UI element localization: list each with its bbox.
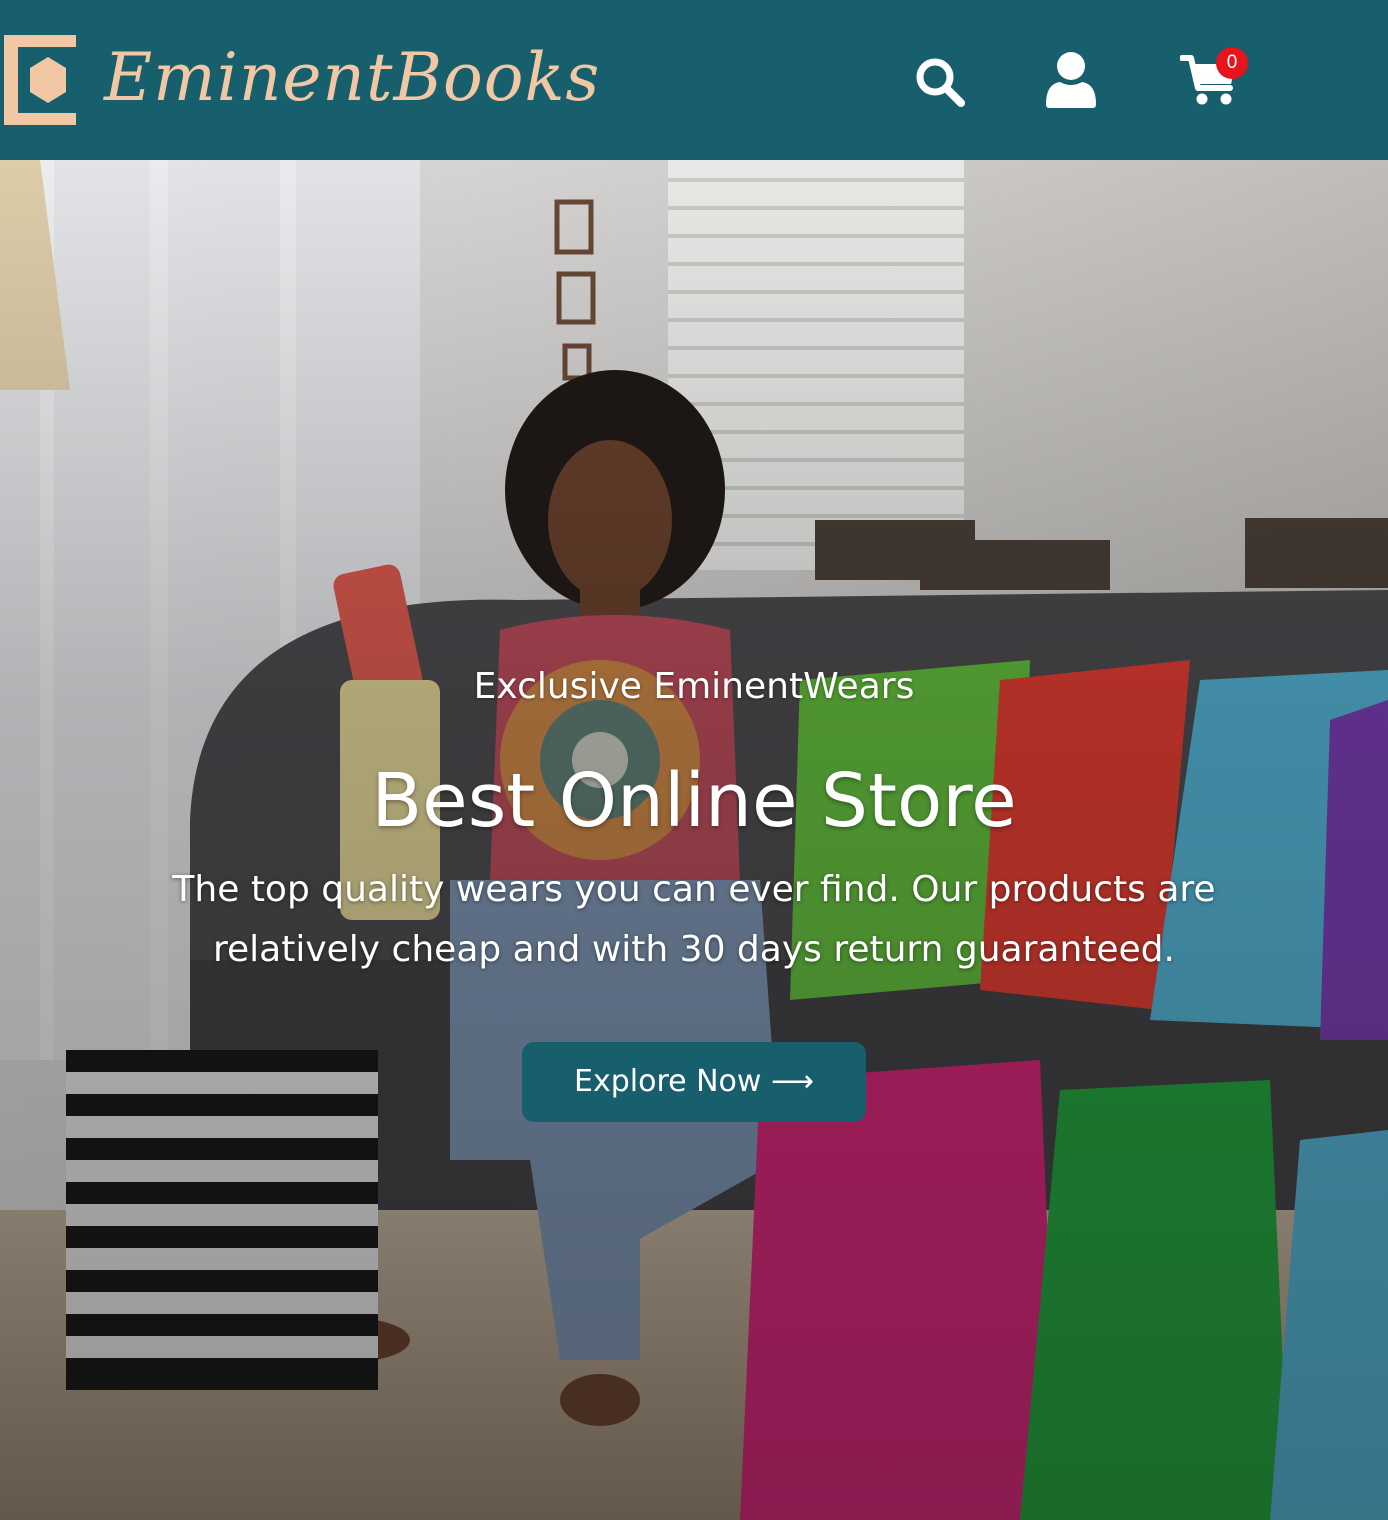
brand-name[interactable]: EminentBooks — [104, 38, 600, 118]
site-header: EminentBooks 0 — [0, 0, 1388, 160]
hero-description: The top quality wears you can ever find.… — [172, 869, 1216, 970]
hero-banner: Exclusive EminentWears Best Online Store… — [0, 160, 1388, 1520]
hero-content: Exclusive EminentWears Best Online Store… — [0, 160, 1388, 1520]
cart-count-badge: 0 — [1216, 47, 1248, 79]
hero-subtitle: Exclusive EminentWears — [473, 666, 915, 707]
hero-title: Best Online Store — [371, 758, 1017, 844]
search-icon[interactable] — [914, 56, 966, 108]
user-icon[interactable] — [1046, 52, 1096, 108]
explore-now-button[interactable]: Explore Now ⟶ — [522, 1042, 866, 1122]
eminentbooks-logo[interactable] — [4, 35, 78, 125]
